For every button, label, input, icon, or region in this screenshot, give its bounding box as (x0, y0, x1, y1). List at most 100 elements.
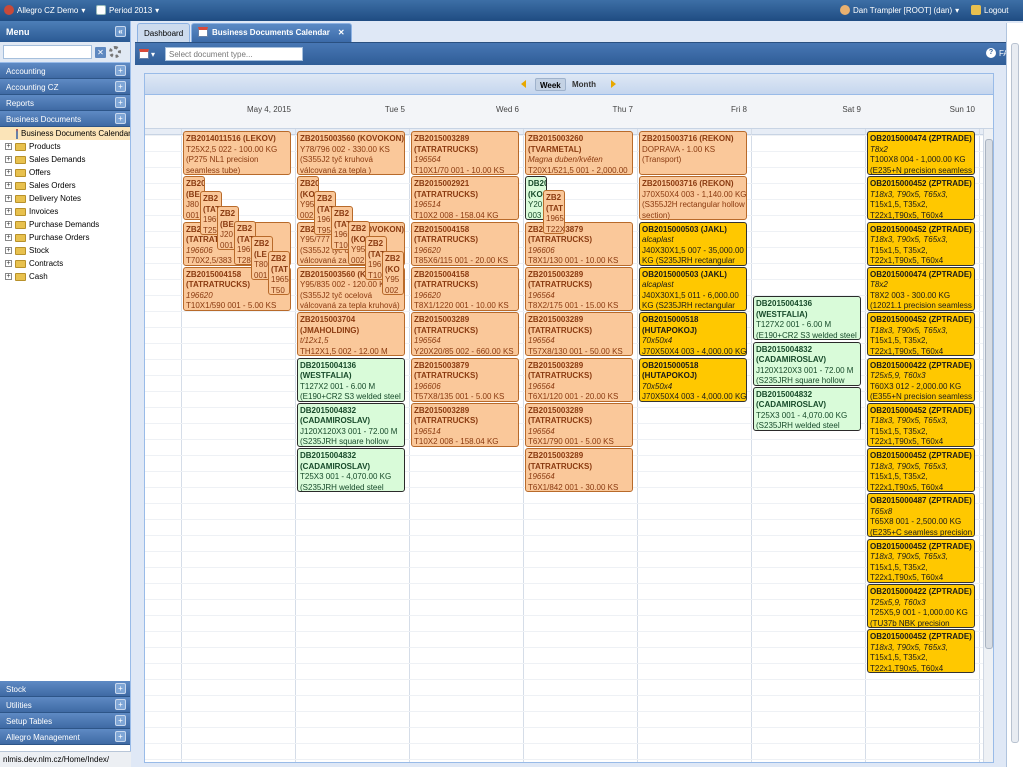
day-header-0[interactable]: May 4, 2015 (181, 105, 291, 114)
calendar-event[interactable]: ZB2015003289 (TATRATRUCKS) 196564 T6X1/842 … (525, 448, 633, 493)
calendar-event[interactable]: OB2015000452 (ZPTRADE) T18x3, T90x5, T65x… (867, 629, 975, 674)
calendar-event[interactable]: ZB2015002921 (TATRATRUCKS) 196514 T10X2 008… (411, 176, 519, 221)
calendar-event[interactable]: OB2015000518 (HUTAPOKOJ) 70x50x4 J70X50X4 0… (639, 357, 747, 402)
calendar-event[interactable]: ZB2015003289 (TATRATRUCKS) 196514 T10X2 008… (411, 402, 519, 447)
expand-icon[interactable]: + (5, 143, 12, 150)
tree-item-products[interactable]: + Products (0, 140, 130, 153)
tree-item-sales-orders[interactable]: + Sales Orders (0, 179, 130, 192)
calendar-event[interactable]: ZB2 (KO Y95 002 (382, 251, 404, 296)
expand-icon[interactable]: + (115, 65, 126, 76)
tree-item-offers[interactable]: + Offers (0, 166, 130, 179)
tab-business-documents-calendar[interactable]: Business Documents Calendar ✕ (191, 23, 352, 42)
calendar-event[interactable]: OB2015000474 (ZPTRADE) T8x2 T8X2 003 - 300… (867, 266, 975, 311)
calendar-event[interactable]: OB2015000518 (HUTAPOKOJ) 70x50x4 J70X50X4 0… (639, 312, 747, 357)
expand-icon[interactable]: + (5, 195, 12, 202)
calendar-event[interactable]: ZB2015003289 (TATRATRUCKS) 196564 T6X1/120 … (525, 357, 633, 402)
logout-button[interactable]: Logout (971, 5, 1008, 15)
expand-icon[interactable]: + (5, 169, 12, 176)
view-month-button[interactable]: Month (568, 78, 600, 91)
calendar-event[interactable]: ZB2 (TAT 1965 T22X (543, 190, 565, 235)
tab-dashboard[interactable]: Dashboard (137, 23, 191, 42)
calendar-event[interactable]: ZB2015003289 (TATRATRUCKS) 196564 T10X1/70 … (411, 131, 519, 175)
day-header-3[interactable]: Thu 7 (523, 105, 633, 114)
calendar-event[interactable]: OB2015000452 (ZPTRADE) T18x3, T90x5, T65x… (867, 312, 975, 357)
calendar-event[interactable]: OB2015000452 (ZPTRADE) T18x3, T90x5, T65x… (867, 402, 975, 447)
calendar-event[interactable]: ZB2 (TAT 1965 T50 (268, 251, 290, 296)
calendar-event[interactable]: ZB2015004158 (TATRATRUCKS) 196620 T8X1/1220… (411, 266, 519, 311)
calendar-event[interactable]: ZB2015003289 (TATRATRUCKS) 196564 T6X1/790 … (525, 402, 633, 447)
menu-section-stock[interactable]: Stock + (0, 681, 130, 697)
calendar-event[interactable]: OB2015000452 (ZPTRADE) T18x3, T90x5, T65x… (867, 221, 975, 266)
calendar-event[interactable]: OB2015000452 (ZPTRADE) T18x3, T90x5, T65x… (867, 538, 975, 583)
scroll-thumb[interactable] (985, 139, 993, 649)
tree-item-cash[interactable]: + Cash (0, 270, 130, 283)
calendar-event[interactable]: ZB2015004158 (TATRATRUCKS) 196620 T85X6/115… (411, 221, 519, 266)
app-title[interactable]: Allegro CZ Demo ▾ (4, 5, 85, 15)
calendar-event[interactable]: DB2015004136 (WESTFALIA) T127X2 001 - 6.00… (297, 357, 405, 402)
calendar-event[interactable]: DB2015004832 (CADAMIROSLAV) J120X120X3 001… (297, 402, 405, 447)
clear-search-icon[interactable]: ✕ (95, 46, 106, 58)
calendar-event[interactable]: DB2015004832 (CADAMIROSLAV) T25X3 001 - 4,… (297, 448, 405, 493)
calendar-event[interactable]: ZB2015003560 (KOVOKON) Y78/796 002 - 330.… (297, 131, 405, 175)
expand-icon[interactable]: + (115, 683, 126, 694)
tree-item-contracts[interactable]: + Contracts (0, 257, 130, 270)
day-header-5[interactable]: Sat 9 (751, 105, 861, 114)
calendar-event[interactable]: ZB2015003879(TATRATRUCKS)196606T8X1/130 … (525, 221, 633, 266)
page-scrollbar[interactable] (1006, 23, 1023, 767)
calendar-event[interactable]: ZB2015003716 (REKON) J70X50X4 003 - 1,140… (639, 176, 747, 221)
menu-section-reports[interactable]: Reports + (0, 95, 130, 111)
tree-item-business-documents-calendar[interactable]: Business Documents Calendar (0, 127, 130, 140)
calendar-event[interactable]: ZB2015003289 (TATRATRUCKS) 196564 T8X2/175 … (525, 266, 633, 311)
user-menu[interactable]: Dan Trampler [ROOT] (dan) ▾ (840, 5, 959, 15)
day-header-4[interactable]: Fri 8 (637, 105, 747, 114)
tree-item-stock[interactable]: + Stock (0, 244, 130, 257)
expand-icon[interactable]: + (5, 221, 12, 228)
expand-icon[interactable]: + (5, 208, 12, 215)
expand-icon[interactable]: + (115, 699, 126, 710)
document-type-menu-button[interactable]: ▾ (139, 47, 161, 61)
expand-icon[interactable]: + (115, 715, 126, 726)
calendar-event[interactable]: ZB2015003289 (TATRATRUCKS) 196564 T57X8/130… (525, 312, 633, 357)
calendar-event[interactable]: OB2015000452 (ZPTRADE) T18x3, T90x5, T65x… (867, 176, 975, 221)
tree-item-purchase-orders[interactable]: + Purchase Orders (0, 231, 130, 244)
gear-icon[interactable] (109, 46, 121, 58)
period-selector[interactable]: Period 2013 ▾ (96, 5, 159, 15)
expand-icon[interactable]: + (115, 113, 126, 124)
tree-item-invoices[interactable]: + Invoices (0, 205, 130, 218)
calendar-event[interactable]: OB2015000474 (ZPTRADE) T8x2 T100X8 004 - 1… (867, 131, 975, 175)
calendar-event[interactable]: ZB2015003704 (JMAHOLDING) t/12x1,5 TH12X1,5… (297, 312, 405, 357)
expand-icon[interactable]: + (5, 260, 12, 267)
tree-item-delivery-notes[interactable]: + Delivery Notes (0, 192, 130, 205)
expand-icon[interactable]: + (5, 156, 12, 163)
expand-icon[interactable]: + (5, 182, 12, 189)
view-week-button[interactable]: Week (535, 78, 566, 91)
menu-section-setup-tables[interactable]: Setup Tables + (0, 713, 130, 729)
day-header-6[interactable]: Sun 10 (865, 105, 975, 114)
expand-icon[interactable]: + (5, 234, 12, 241)
calendar-event[interactable]: DB2015004136 (WESTFALIA) T127X2 001 - 6.00… (753, 296, 861, 341)
calendar-event[interactable]: OB2015000452 (ZPTRADE) T18x3, T90x5, T65x… (867, 448, 975, 493)
expand-icon[interactable]: + (115, 97, 126, 108)
expand-icon[interactable]: + (115, 81, 126, 92)
calendar-event[interactable]: ZB2015003260 (TVARMETAL) Magna duben/květe… (525, 131, 633, 175)
menu-section-allegro-management[interactable]: Allegro Management + (0, 729, 130, 745)
day-header-1[interactable]: Tue 5 (295, 105, 405, 114)
tree-item-sales-demands[interactable]: + Sales Demands (0, 153, 130, 166)
prev-week-icon[interactable] (521, 80, 526, 88)
day-header-2[interactable]: Wed 6 (409, 105, 519, 114)
menu-section-accounting[interactable]: Accounting + (0, 63, 130, 79)
expand-icon[interactable]: + (5, 273, 12, 280)
expand-icon[interactable]: + (115, 731, 126, 742)
calendar-event[interactable]: OB2015000422 (ZPTRADE) T25x5,9, T60x3 T60X… (867, 357, 975, 402)
expand-icon[interactable]: + (5, 247, 12, 254)
calendar-event[interactable]: ZB2015003716 (REKON) DOPRAVA - 1.00 KS (Tr… (639, 131, 747, 175)
close-tab-icon[interactable]: ✕ (338, 28, 345, 37)
calendar-event[interactable]: ZB2015003879 (TATRATRUCKS) 196606 T57X8/135… (411, 357, 519, 402)
calendar-event[interactable]: OB2015000487 (ZPTRADE) T65x8 T65X8 001 - 2… (867, 493, 975, 538)
menu-section-utilities[interactable]: Utilities + (0, 697, 130, 713)
menu-section-business-documents[interactable]: Business Documents + (0, 111, 130, 127)
calendar-event[interactable]: DB2015004832 (CADAMIROSLAV) J120X120X3 001… (753, 341, 861, 386)
document-type-select[interactable]: Select document type... (165, 47, 303, 61)
calendar-event[interactable]: OB2015000503 (JAKL) alcaplast J40X30X1,5 0… (639, 266, 747, 311)
collapse-menu-button[interactable]: « (115, 26, 126, 37)
